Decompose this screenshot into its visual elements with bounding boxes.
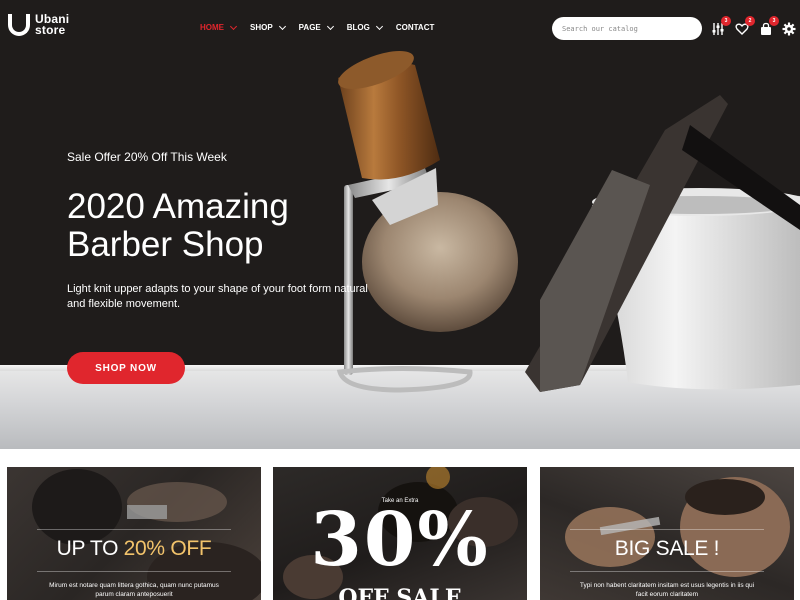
banner-text: Typi non habent claritatem insitam est u… <box>579 582 755 598</box>
chevron-down-icon <box>326 22 334 30</box>
logo-u-icon <box>8 14 30 36</box>
compare-count-badge: 3 <box>721 16 731 26</box>
cart-count-badge: 3 <box>769 16 779 26</box>
nav-item-contact[interactable]: CONTACT <box>396 23 435 32</box>
settings-button[interactable] <box>782 22 796 36</box>
search-input[interactable] <box>552 17 702 40</box>
hero-slider: Ubani store HOME SHOP PAGE BLOG CONTACT … <box>0 0 800 449</box>
cart-button[interactable]: 3 <box>759 16 779 36</box>
nav-item-label: BLOG <box>346 23 370 32</box>
banner-title: BIG SALE ! <box>614 537 720 560</box>
wishlist-count-badge: 2 <box>745 16 755 26</box>
main-nav: HOME SHOP PAGE BLOG CONTACT <box>200 22 448 32</box>
site-header: Ubani store HOME SHOP PAGE BLOG CONTACT … <box>0 0 800 58</box>
compare-button[interactable]: 3 <box>711 16 731 36</box>
gear-icon <box>782 22 796 36</box>
brand-logo[interactable]: Ubani store <box>8 13 69 37</box>
chevron-down-icon <box>278 22 286 30</box>
hero-offer-text: Sale Offer 20% Off This Week <box>67 150 227 164</box>
shop-now-button[interactable]: SHOP NOW <box>67 352 185 384</box>
nav-item-home[interactable]: HOME <box>200 22 238 32</box>
chevron-down-icon <box>375 22 383 30</box>
promo-banner-30-off[interactable]: Take an Extra 30% OFF SALE <box>273 467 527 600</box>
banner-divider-top <box>570 529 764 530</box>
nav-item-shop[interactable]: SHOP <box>250 22 286 32</box>
banner-divider-top <box>37 529 231 530</box>
hero-description: Light knit upper adapts to your shape of… <box>67 283 368 310</box>
wishlist-button[interactable]: 2 <box>735 16 755 36</box>
banner-divider-bottom <box>37 571 231 572</box>
nav-item-label: SHOP <box>250 23 273 32</box>
hero-title: 2020 Amazing Barber Shop <box>67 187 289 264</box>
chevron-down-icon <box>229 22 238 30</box>
banner-discount-number: 30% <box>310 497 490 583</box>
banner-title-highlight: 20% OFF <box>123 537 212 560</box>
nav-item-label: PAGE <box>298 23 321 32</box>
nav-item-blog[interactable]: BLOG <box>346 22 383 32</box>
banner-title: UP TO 20% OFF <box>7 537 261 561</box>
promo-banner-big-sale[interactable]: BIG SALE ! Typi non habent claritatem in… <box>540 467 794 600</box>
banner-divider-bottom <box>570 571 764 572</box>
promo-banner-up-to-20[interactable]: UP TO 20% OFF Mirum est notare quam litt… <box>7 467 261 600</box>
brand-name-line2: store <box>35 23 66 37</box>
banner-title-prefix: UP TO <box>56 537 124 560</box>
nav-item-page[interactable]: PAGE <box>298 22 334 32</box>
nav-item-label: HOME <box>200 23 224 32</box>
nav-item-label: CONTACT <box>395 23 435 32</box>
banner-text: Mirum est notare quam littera gothica, q… <box>49 582 219 598</box>
banner-sale-label: OFF SALE <box>338 585 462 600</box>
